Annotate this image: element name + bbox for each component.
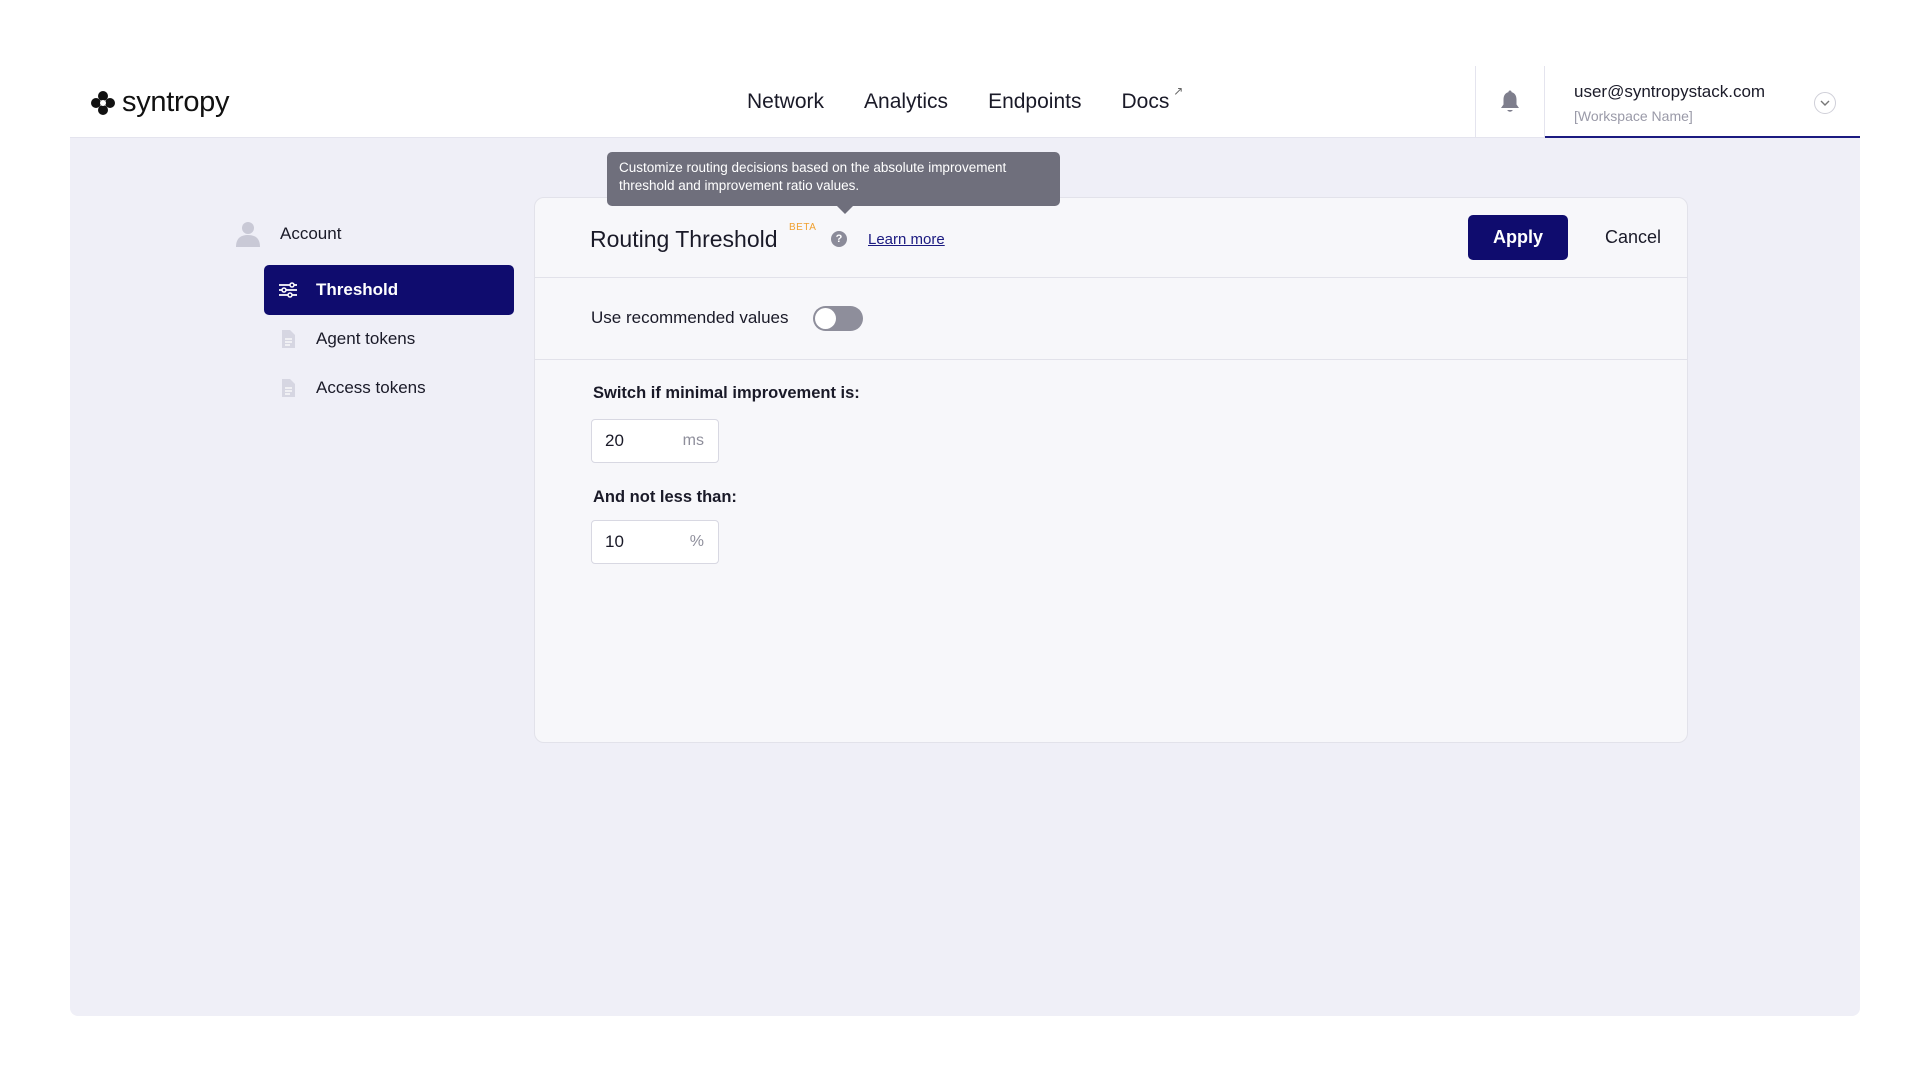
min-improvement-input[interactable] (592, 431, 672, 451)
sidebar-item-agent-tokens[interactable]: Agent tokens (264, 314, 514, 364)
notifications-button[interactable] (1475, 66, 1545, 138)
syntropy-logo-icon (91, 90, 115, 115)
sidebar-item-label: Access tokens (316, 378, 426, 397)
recommended-values-toggle[interactable] (813, 306, 863, 331)
workspace-name: [Workspace Name] (1574, 108, 1693, 124)
top-header: syntropy Network Analytics Endpoints Doc… (70, 66, 1860, 138)
toggle-label: Use recommended values (591, 308, 789, 327)
help-tooltip: Customize routing decisions based on the… (607, 152, 1060, 214)
cancel-button[interactable]: Cancel (1593, 215, 1673, 260)
min-ratio-input[interactable] (592, 532, 672, 552)
brand-name: syntropy (122, 86, 230, 118)
apply-button[interactable]: Apply (1468, 215, 1568, 260)
document-icon (282, 379, 295, 397)
nav-docs-label: Docs (1121, 90, 1170, 113)
sidebar-account[interactable]: Account (236, 221, 341, 247)
bell-icon (1501, 90, 1519, 112)
min-ratio-label: And not less than: (593, 488, 737, 506)
main-nav: Network Analytics Endpoints Docs ↗ (747, 84, 1209, 114)
learn-more-link[interactable]: Learn more (868, 231, 945, 248)
unit-percent: % (689, 533, 704, 550)
nav-docs[interactable]: Docs ↗ (1121, 84, 1183, 114)
chevron-down-icon[interactable] (1814, 92, 1836, 114)
document-icon (282, 330, 295, 348)
beta-badge: BETA (789, 222, 817, 233)
toggle-knob (815, 308, 836, 329)
routing-threshold-card: Routing Threshold BETA ? Learn more Appl… (534, 197, 1688, 743)
brand-logo[interactable]: syntropy (90, 86, 230, 119)
sliders-icon (279, 282, 297, 298)
sidebar-item-label: Agent tokens (316, 329, 416, 348)
min-ratio-field[interactable]: % (591, 520, 719, 564)
section-divider (535, 359, 1687, 360)
help-icon[interactable]: ? (831, 231, 847, 247)
sidebar-item-threshold[interactable]: Threshold (264, 265, 514, 315)
page-title: Routing Threshold (590, 226, 778, 252)
min-improvement-label: Switch if minimal improvement is: (593, 384, 860, 402)
user-menu[interactable]: user@syntropystack.com [Workspace Name] (1545, 66, 1860, 138)
nav-network[interactable]: Network (747, 90, 824, 114)
user-email: user@syntropystack.com (1574, 82, 1766, 101)
user-icon (236, 222, 260, 247)
nav-analytics[interactable]: Analytics (864, 90, 948, 114)
external-link-icon: ↗ (1173, 84, 1184, 98)
header-divider (535, 277, 1687, 278)
sidebar-item-label: Threshold (316, 280, 399, 299)
nav-endpoints[interactable]: Endpoints (988, 90, 1081, 114)
min-improvement-field[interactable]: ms (591, 419, 719, 463)
unit-ms: ms (682, 432, 704, 449)
sidebar-account-label: Account (280, 224, 342, 243)
sidebar-item-access-tokens[interactable]: Access tokens (264, 363, 514, 413)
